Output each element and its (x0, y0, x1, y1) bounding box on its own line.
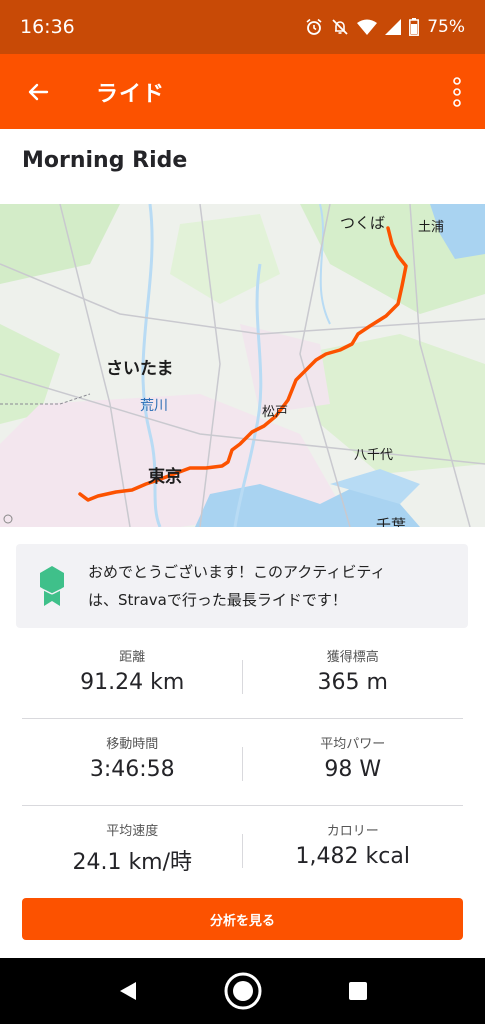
nav-home-button[interactable] (219, 967, 267, 1015)
stat-value: 3:46:58 (89, 757, 175, 782)
stat-row: 距離 91.24 km 獲得標高 365 m (22, 632, 463, 719)
stat-avg-speed: 平均速度 24.1 km/時 (22, 806, 243, 893)
triangle-back-icon (119, 982, 136, 1000)
square-recents-icon (348, 982, 367, 1000)
map-label-yachiyo: 八千代 (354, 448, 394, 463)
route-map[interactable]: つくば 土浦 さいたま 荒川 松戸 八千代 東京 千葉 (0, 204, 485, 527)
stat-value: 98 W (324, 757, 382, 782)
more-vertical-icon (453, 76, 461, 107)
map-label-arakawa: 荒川 (140, 398, 168, 414)
status-icons: 75% (305, 17, 465, 37)
activity-title: Morning Ride (22, 148, 188, 173)
stat-value: 1,482 kcal (295, 844, 410, 869)
nav-recents-button[interactable] (334, 967, 382, 1015)
stat-row: 移動時間 3:46:58 平均パワー 98 W (22, 719, 463, 806)
system-nav-bar (0, 958, 485, 1024)
stat-elevation-gain: 獲得標高 365 m (243, 632, 464, 718)
battery-percent: 75% (427, 17, 465, 37)
achievement-banner: おめでとうございます！このアクティビティ は、Stravaで行った最長ライドです… (16, 544, 468, 628)
map-label-chiba: 千葉 (376, 516, 407, 527)
stat-avg-power: 平均パワー 98 W (243, 719, 464, 805)
stat-moving-time: 移動時間 3:46:58 (22, 719, 243, 805)
mute-icon (332, 19, 348, 35)
nav-back-button[interactable] (104, 967, 152, 1015)
stat-value: 24.1 km/時 (72, 850, 193, 875)
divider (242, 747, 243, 781)
award-badge-icon (16, 544, 88, 628)
map-label-tsuchiura: 土浦 (418, 220, 445, 235)
achievement-line-1: おめでとうございます！このアクティビティ (88, 563, 386, 581)
map-label-tsukuba: つくば (340, 214, 386, 232)
wifi-icon (357, 19, 378, 35)
stat-label: 平均パワー (320, 737, 386, 752)
view-analysis-button[interactable]: 分析を見る (22, 898, 463, 940)
stat-value: 365 m (317, 670, 388, 695)
divider (242, 834, 243, 868)
achievement-line-2: は、Stravaで行った最長ライドです！ (88, 591, 347, 609)
back-button[interactable] (0, 54, 76, 129)
stat-label: カロリー (326, 824, 379, 839)
page-title: ライド (96, 81, 166, 107)
map-label-matsudo: 松戸 (262, 405, 289, 420)
map-graphic (0, 204, 485, 527)
status-bar: 16:36 75% (0, 0, 485, 54)
stat-label: 移動時間 (106, 737, 159, 752)
stat-label: 獲得標高 (326, 650, 379, 665)
signal-icon (385, 19, 402, 35)
status-time: 16:36 (20, 16, 75, 38)
arrow-left-icon (28, 83, 49, 100)
stat-row: 平均速度 24.1 km/時 カロリー 1,482 kcal (22, 806, 463, 893)
stat-distance: 距離 91.24 km (22, 632, 243, 718)
stat-label: 距離 (119, 650, 146, 665)
app-bar: ライド (0, 54, 485, 129)
stats-grid: 距離 91.24 km 獲得標高 365 m 移動時間 3:46:58 平均パワ… (22, 632, 463, 893)
stat-value: 91.24 km (80, 670, 185, 695)
divider (242, 660, 243, 694)
more-options-button[interactable] (429, 54, 485, 129)
stat-calories: カロリー 1,482 kcal (243, 806, 464, 893)
achievement-text: おめでとうございます！このアクティビティ は、Stravaで行った最長ライドです… (88, 558, 399, 614)
alarm-icon (306, 18, 322, 35)
map-label-saitama: さいたま (106, 359, 174, 379)
stat-label: 平均速度 (106, 824, 159, 839)
map-label-tokyo: 東京 (148, 467, 182, 487)
circle-home-icon (224, 972, 261, 1010)
battery-icon (409, 18, 420, 36)
